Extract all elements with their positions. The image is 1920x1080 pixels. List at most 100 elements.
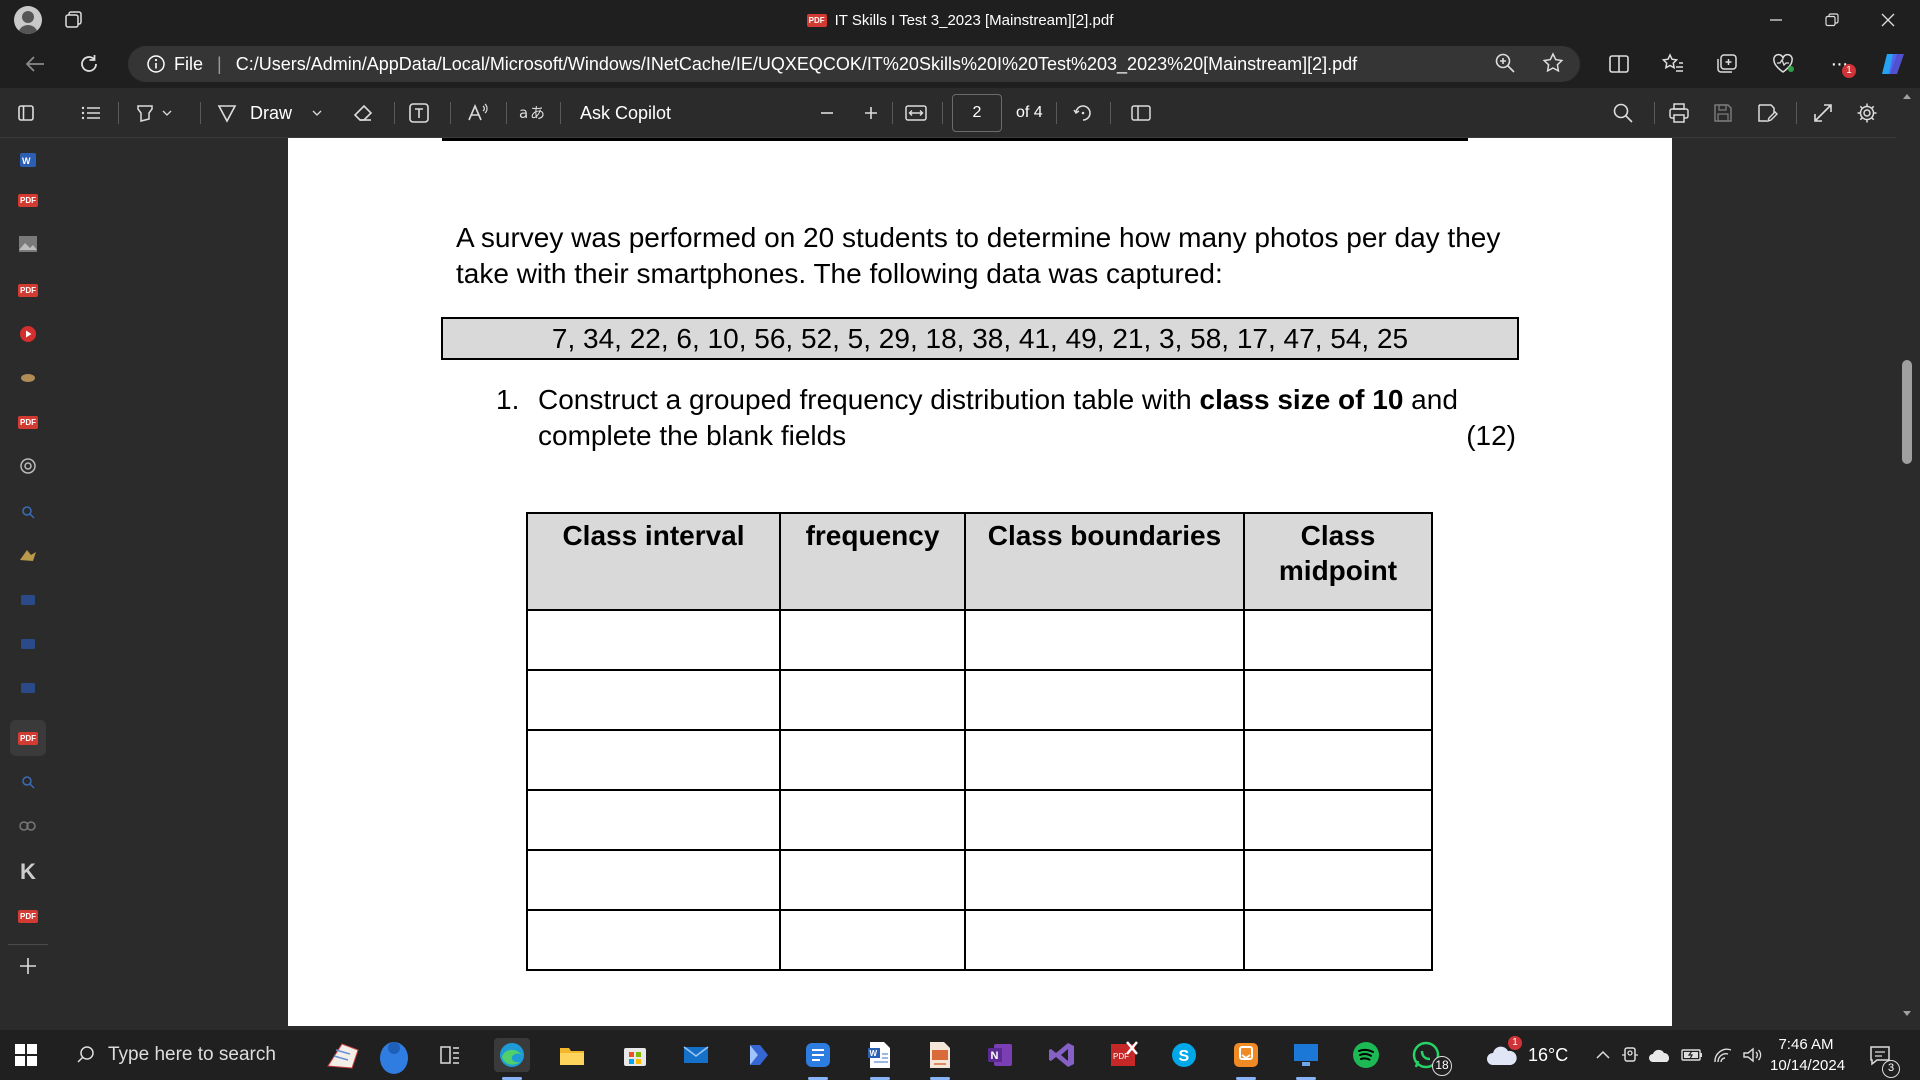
scroll-up-arrow-icon[interactable] [1902, 92, 1912, 102]
collections-icon [1715, 53, 1739, 75]
chevron-up-icon[interactable] [1594, 1046, 1612, 1064]
zoom-in-button[interactable] [862, 88, 880, 138]
taskbar-word[interactable]: W [862, 1038, 898, 1080]
favorites-button[interactable] [1656, 48, 1690, 80]
app-icon[interactable] [16, 366, 40, 390]
fullscreen-button[interactable] [1812, 88, 1834, 138]
taskbar-forms[interactable] [800, 1038, 836, 1080]
blue-app-icon[interactable] [16, 676, 40, 700]
fit-to-width-button[interactable] [904, 88, 928, 138]
onedrive-icon[interactable] [1648, 1046, 1672, 1064]
search-icon[interactable] [16, 770, 40, 794]
pdf-icon[interactable]: PDF [16, 410, 40, 434]
restore-button[interactable] [1804, 0, 1860, 40]
search-icon[interactable] [16, 500, 40, 524]
print-button[interactable] [1668, 88, 1690, 138]
url-text[interactable]: C:/Users/Admin/AppData/Local/Microsoft/W… [236, 54, 1357, 75]
vertical-scrollbar[interactable] [1896, 88, 1920, 1030]
pdf-icon[interactable]: PDF [10, 720, 46, 756]
taskbar-screen-app[interactable] [1288, 1038, 1324, 1080]
copilot-icon[interactable] [16, 814, 40, 838]
close-button[interactable] [1860, 0, 1916, 40]
k-icon[interactable]: K [16, 859, 40, 884]
taskbar-onenote[interactable]: N [982, 1038, 1018, 1072]
save-button[interactable] [1712, 88, 1734, 138]
weather-temperature[interactable]: 16°C [1528, 1030, 1568, 1080]
new-tab-button[interactable] [16, 954, 40, 978]
taskbar-search-input[interactable]: Type here to search [64, 1034, 320, 1076]
pdf-icon[interactable]: PDF [16, 278, 40, 302]
printer-icon [1668, 102, 1690, 124]
favorite-star-icon[interactable] [1542, 52, 1564, 74]
pdf-icon[interactable]: PDF [16, 904, 40, 928]
taskbar-power-automate[interactable] [740, 1038, 776, 1072]
pdf-viewer[interactable]: A survey was performed on 20 students to… [56, 138, 1896, 1030]
settings-more-button[interactable]: ··· 1 [1822, 48, 1856, 80]
zoom-out-button[interactable] [818, 88, 836, 138]
ask-copilot-button[interactable]: Ask Copilot [580, 88, 671, 138]
window-title: PDF IT Skills I Test 3_2023 [Mainstream]… [0, 0, 1920, 40]
taskbar-visual-studio[interactable] [1044, 1038, 1080, 1072]
taskbar-store[interactable] [617, 1038, 653, 1072]
page-number-input[interactable]: 2 [952, 94, 1002, 132]
refresh-button[interactable] [71, 48, 107, 80]
url-field[interactable]: File | C:/Users/Admin/AppData/Local/Micr… [128, 46, 1580, 82]
taskbar-file-explorer[interactable] [554, 1038, 590, 1072]
blue-app-icon[interactable] [16, 632, 40, 656]
camera-icon[interactable] [1620, 1045, 1640, 1065]
survey-intro-text: A survey was performed on 20 students to… [456, 222, 1501, 289]
blue-app-icon[interactable] [16, 588, 40, 612]
taskbar-spotify[interactable] [1348, 1038, 1384, 1072]
pdf-icon[interactable]: PDF [16, 188, 40, 212]
scrollbar-thumb[interactable] [1902, 360, 1912, 464]
search-highlight-icon[interactable] [322, 1036, 416, 1076]
blank-table-cell [526, 669, 781, 731]
app-icon[interactable] [16, 542, 40, 566]
wifi-icon[interactable] [1712, 1046, 1734, 1064]
page-view-button[interactable] [1130, 88, 1152, 138]
taskbar-skype[interactable]: S [1166, 1038, 1202, 1072]
windows-start-icon[interactable] [14, 1043, 38, 1067]
system-clock[interactable]: 7:46 AM 10/14/2024 [1770, 1034, 1845, 1076]
youtube-icon[interactable] [16, 322, 40, 346]
blank-table-cell [779, 849, 966, 911]
taskbar-orange-app[interactable] [1228, 1038, 1264, 1080]
chevron-down-icon[interactable] [162, 109, 172, 117]
pdf-settings-button[interactable] [1856, 88, 1878, 138]
weather-widget[interactable]: 1 [1484, 1036, 1522, 1072]
openai-icon[interactable] [16, 454, 40, 478]
taskbar-whatsapp[interactable]: 18 [1408, 1038, 1452, 1076]
battery-charging-icon[interactable] [1680, 1046, 1704, 1064]
split-screen-button[interactable] [1602, 48, 1636, 80]
volume-icon[interactable] [1742, 1046, 1764, 1064]
zoom-icon[interactable] [1494, 52, 1516, 74]
highlight-button[interactable] [134, 88, 172, 138]
info-icon[interactable] [146, 54, 166, 74]
draw-button[interactable]: Draw [216, 88, 322, 138]
erase-button[interactable] [352, 88, 374, 138]
task-view-button[interactable] [432, 1038, 468, 1072]
table-of-contents-button[interactable] [80, 88, 102, 138]
minimize-button[interactable] [1748, 0, 1804, 40]
back-button[interactable] [17, 48, 53, 80]
add-text-button[interactable] [408, 88, 430, 138]
sidebar-toggle-button[interactable] [16, 88, 36, 138]
taskbar-pdf-x[interactable]: PDF [1106, 1038, 1142, 1072]
scroll-down-arrow-icon[interactable] [1902, 1008, 1912, 1018]
collections-button[interactable] [1710, 48, 1744, 80]
translate-button[interactable]: aあ [518, 88, 544, 138]
taskbar-pdf-reader[interactable] [922, 1038, 958, 1080]
image-icon[interactable] [16, 232, 40, 256]
find-button[interactable] [1612, 88, 1634, 138]
mail-icon [682, 1044, 710, 1066]
browser-essentials-button[interactable] [1766, 48, 1800, 80]
save-as-button[interactable] [1756, 88, 1778, 138]
taskbar-mail[interactable] [678, 1038, 714, 1072]
taskbar-edge[interactable] [494, 1038, 530, 1080]
read-aloud-button[interactable] [466, 88, 490, 138]
copilot-button[interactable] [1876, 48, 1910, 80]
word-icon[interactable]: W [16, 148, 40, 172]
rotate-button[interactable] [1072, 88, 1094, 138]
notification-center-button[interactable]: 3 [1862, 1038, 1900, 1078]
chevron-down-icon[interactable] [312, 109, 322, 117]
